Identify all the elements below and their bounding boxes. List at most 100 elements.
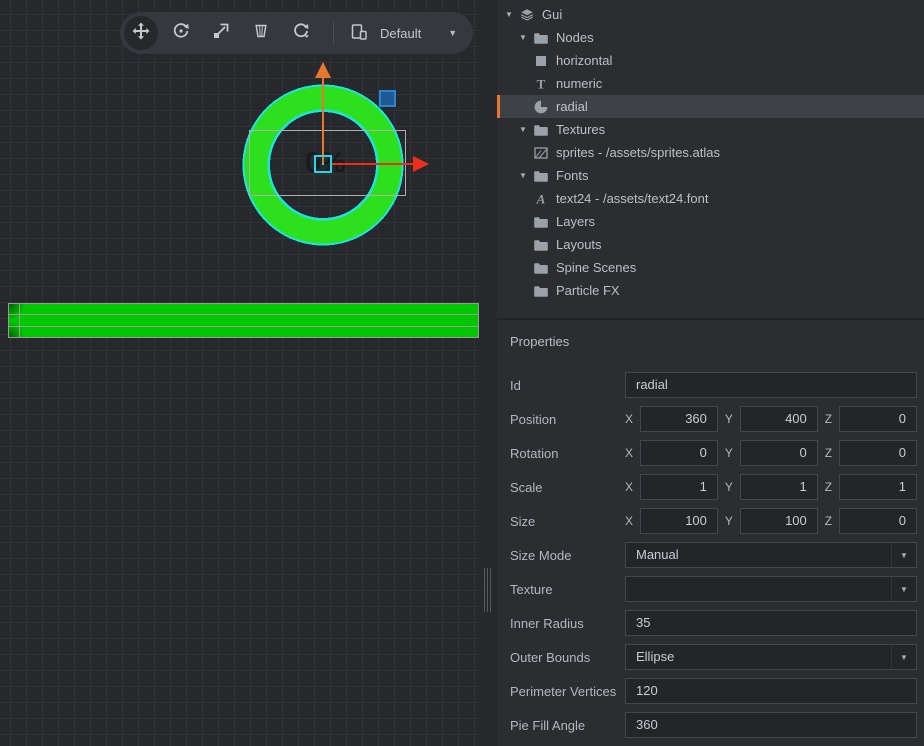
properties-title: Properties [510,334,917,350]
axis-label-y: Y [725,446,733,460]
prop-row-pie-fill-angle: Pie Fill Angle360 [510,712,917,738]
prop-field-scale-z[interactable]: 1 [839,474,917,500]
panel-splitter[interactable] [481,0,497,746]
axis-label-x: X [625,480,633,494]
folder-icon [533,122,549,138]
move-gizmo-x-arrowhead[interactable] [413,156,429,172]
outline-item-layers[interactable]: Layers [497,210,924,233]
outline-item-sprites[interactable]: sprites - /assets/sprites.atlas [497,141,924,164]
prop-label-perimeter-vertices: Perimeter Vertices [510,684,625,699]
axis-label-x: X [625,514,633,528]
horizontal-bar-visual[interactable] [8,303,479,338]
prop-field-rotation-z[interactable]: 0 [839,440,917,466]
outline-item-label: Layers [556,214,595,229]
axis-label-y: Y [725,480,733,494]
prop-select-outer-bounds[interactable]: Ellipse▼ [625,644,917,670]
outline-item-label: Particle FX [556,283,620,298]
prop-field-inner-radius[interactable]: 35 [625,610,917,636]
outline-item-numeric[interactable]: Tnumeric [497,72,924,95]
properties-rows: IdradialPositionX360Y400Z0RotationX0Y0Z0… [510,372,917,738]
outline-item-textures[interactable]: ▼Textures [497,118,924,141]
blue-anchor-handle[interactable] [379,90,396,107]
move-icon [131,21,151,46]
prop-row-size-mode: Size ModeManual▼ [510,542,917,568]
outline-item-fonts[interactable]: ▼ Fonts [497,164,924,187]
move-gizmo-y-axis[interactable] [322,77,324,163]
outline-item-label: numeric [556,76,602,91]
outline-item-radial[interactable]: radial [497,95,924,118]
prop-row-perimeter-vertices: Perimeter Vertices120 [510,678,917,704]
prop-field-position-y[interactable]: 400 [740,406,818,432]
svg-text:T: T [537,76,546,91]
prop-field-scale-y[interactable]: 1 [740,474,818,500]
axis-label-x: X [625,412,633,426]
scale-tool-button[interactable] [204,16,238,50]
prop-field-position-z[interactable]: 0 [839,406,917,432]
prop-label-inner-radius: Inner Radius [510,616,625,631]
prop-select-size-mode[interactable]: Manual▼ [625,542,917,568]
expand-arrow-icon[interactable]: ▼ [519,171,533,180]
prop-select-texture[interactable]: ▼ [625,576,917,602]
prop-field-rotation-y[interactable]: 0 [740,440,818,466]
prop-field-size-z[interactable]: 0 [839,508,917,534]
folder-icon [533,283,549,299]
prop-field-scale-x[interactable]: 1 [640,474,718,500]
prop-field-perimeter-vertices[interactable]: 120 [625,678,917,704]
outline-panel: ▼Gui▼NodeshorizontalTnumericradial▼Textu… [497,0,924,320]
prop-field-size-x[interactable]: 100 [640,508,718,534]
prop-field-position-x[interactable]: 360 [640,406,718,432]
folder-icon [533,237,549,253]
prop-field-pie-fill-angle[interactable]: 360 [625,712,917,738]
editor-window: Default ▼ 0% ▼Gui▼NodeshorizontalTnumeri… [0,0,924,746]
axis-label-z: Z [825,412,832,426]
prop-field-rotation-x[interactable]: 0 [640,440,718,466]
outline-item-nodes[interactable]: ▼ Nodes [497,26,924,49]
device-icon [349,22,369,45]
frustum-tool-button[interactable] [244,16,278,50]
prop-label-texture: Texture [510,582,625,597]
outline-item-label: Nodes [556,30,594,45]
toolbar-tools [124,16,318,50]
move-tool-button[interactable] [124,16,158,50]
prop-row-size: SizeX100Y100Z0 [510,508,917,534]
rotate-tool-button[interactable] [164,16,198,50]
scene-toolbar: Default ▼ [120,12,473,54]
outline-item-label: Spine Scenes [556,260,636,275]
prop-label-pie-fill-angle: Pie Fill Angle [510,718,625,733]
prop-row-rotation: RotationX0Y0Z0 [510,440,917,466]
move-gizmo-center-handle[interactable] [314,155,332,173]
axis-label-z: Z [825,446,832,460]
outline-item-gui[interactable]: ▼ Gui [497,3,924,26]
prop-label-rotation: Rotation [510,446,625,461]
gui-icon [519,7,535,23]
move-gizmo-y-arrowhead[interactable] [315,62,331,78]
axis-label-z: Z [825,480,832,494]
reset-camera-tool-button[interactable] [284,16,318,50]
outline-item-label: Fonts [556,168,589,183]
outline-item-horizontal[interactable]: horizontal [497,49,924,72]
prop-row-texture: Texture▼ [510,576,917,602]
scene-canvas[interactable]: Default ▼ 0% [0,0,481,746]
expand-arrow-icon[interactable]: ▼ [505,10,519,19]
outline-item-particle-fx[interactable]: Particle FX [497,279,924,302]
splitter-grip-icon [484,568,491,612]
expand-arrow-icon[interactable]: ▼ [519,125,533,134]
prop-select-value: Ellipse [626,645,916,669]
expand-arrow-icon[interactable]: ▼ [519,33,533,42]
box-icon [533,53,549,69]
prop-label-id: Id [510,378,625,393]
prop-select-value: Manual [626,543,916,567]
frustum-icon [251,21,271,46]
outline-item-label: Gui [542,7,562,22]
prop-field-id[interactable]: radial [625,372,917,398]
pie-icon [533,99,549,115]
prop-field-size-y[interactable]: 100 [740,508,818,534]
prop-label-scale: Scale [510,480,625,495]
move-gizmo-x-axis[interactable] [331,163,413,165]
outline-item-text24[interactable]: Atext24 - /assets/text24.font [497,187,924,210]
rotate-icon [171,21,191,46]
outline-item-spine-scenes[interactable]: Spine Scenes [497,256,924,279]
outline-item-layouts[interactable]: Layouts [497,233,924,256]
outline-item-label: text24 - /assets/text24.font [556,191,708,206]
layout-selector-dropdown[interactable]: Default ▼ [349,22,457,45]
